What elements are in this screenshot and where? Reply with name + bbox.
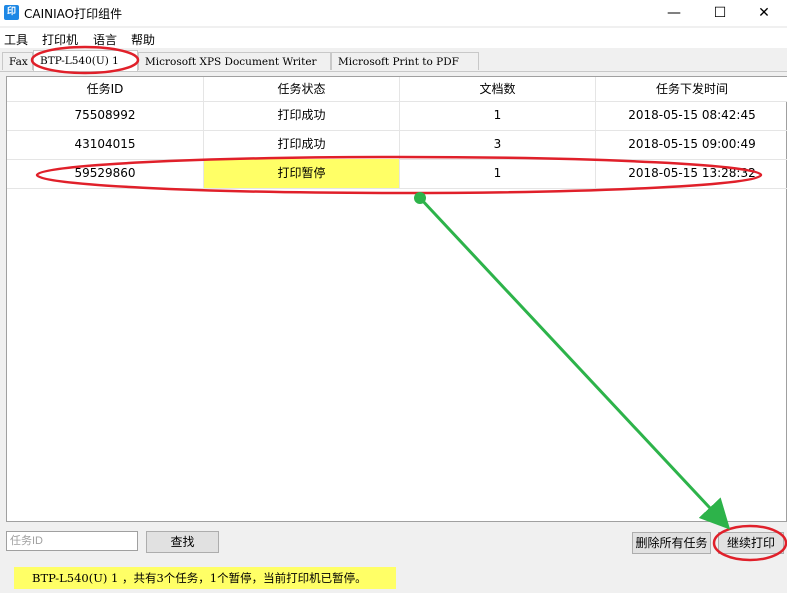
menu-help[interactable]: 帮助	[131, 31, 155, 48]
cell-status-highlighted: 打印暂停	[204, 159, 400, 188]
tab-print-to-pdf[interactable]: Microsoft Print to PDF	[331, 52, 479, 70]
cell-doc-count: 3	[400, 130, 596, 159]
search-button[interactable]: 查找	[146, 531, 219, 553]
menu-tools[interactable]: 工具	[4, 31, 28, 48]
cell-task-id: 59529860	[7, 159, 204, 188]
column-header-time[interactable]: 任务下发时间	[596, 77, 787, 101]
close-button[interactable]: ✕	[741, 0, 787, 26]
cell-doc-count: 1	[400, 159, 596, 188]
cell-doc-count: 1	[400, 101, 596, 130]
cell-time: 2018-05-15 13:28:32	[628, 166, 756, 180]
status-bar: BTP-L540(U) 1 ，共有3个任务，1个暂停，当前打印机已暂停。	[0, 563, 787, 593]
resume-print-button[interactable]: 继续打印	[718, 532, 784, 554]
delete-all-tasks-button[interactable]: 删除所有任务	[632, 532, 711, 554]
tab-btp-l540[interactable]: BTP-L540(U) 1	[33, 50, 138, 71]
window-title: CAINIAO打印组件	[24, 7, 123, 21]
menu-language[interactable]: 语言	[93, 31, 117, 48]
cell-status: 打印成功	[204, 130, 400, 159]
table-header: 任务ID 任务状态 文档数 任务下发时间	[7, 77, 787, 102]
maximize-button[interactable]: ☐	[697, 0, 743, 26]
app-logo-icon: 印	[4, 5, 19, 20]
table-row-paused[interactable]: 59529860 打印暂停 1 2018-05-15 13:28:32	[7, 159, 787, 189]
column-header-task-id[interactable]: 任务ID	[7, 77, 204, 101]
title-bar: 印 CAINIAO打印组件 — ☐ ✕	[0, 0, 787, 26]
table-row[interactable]: 75508992 打印成功 1 2018-05-15 08:42:45	[7, 101, 787, 131]
task-id-input[interactable]	[6, 531, 138, 551]
printer-tabs: Fax BTP-L540(U) 1 Microsoft XPS Document…	[0, 50, 787, 72]
menu-printer[interactable]: 打印机	[42, 31, 78, 48]
column-header-status[interactable]: 任务状态	[204, 77, 400, 101]
task-table: 任务ID 任务状态 文档数 任务下发时间 75508992 打印成功 1 201…	[6, 76, 787, 522]
cell-time: 2018-05-15 08:42:45	[628, 108, 756, 122]
cell-task-id: 75508992	[7, 101, 204, 130]
cell-time: 2018-05-15 09:00:49	[628, 137, 756, 151]
minimize-button[interactable]: —	[651, 0, 697, 26]
menu-bar: 工具 打印机 语言 帮助	[0, 28, 787, 48]
tab-fax[interactable]: Fax	[2, 52, 33, 70]
table-row[interactable]: 43104015 打印成功 3 2018-05-15 09:00:49	[7, 130, 787, 160]
tab-xps-writer[interactable]: Microsoft XPS Document Writer	[138, 52, 331, 70]
status-message: BTP-L540(U) 1 ，共有3个任务，1个暂停，当前打印机已暂停。	[14, 567, 396, 589]
column-header-doc-count[interactable]: 文档数	[400, 77, 596, 101]
cell-status: 打印成功	[204, 101, 400, 130]
cell-task-id: 43104015	[7, 130, 204, 159]
